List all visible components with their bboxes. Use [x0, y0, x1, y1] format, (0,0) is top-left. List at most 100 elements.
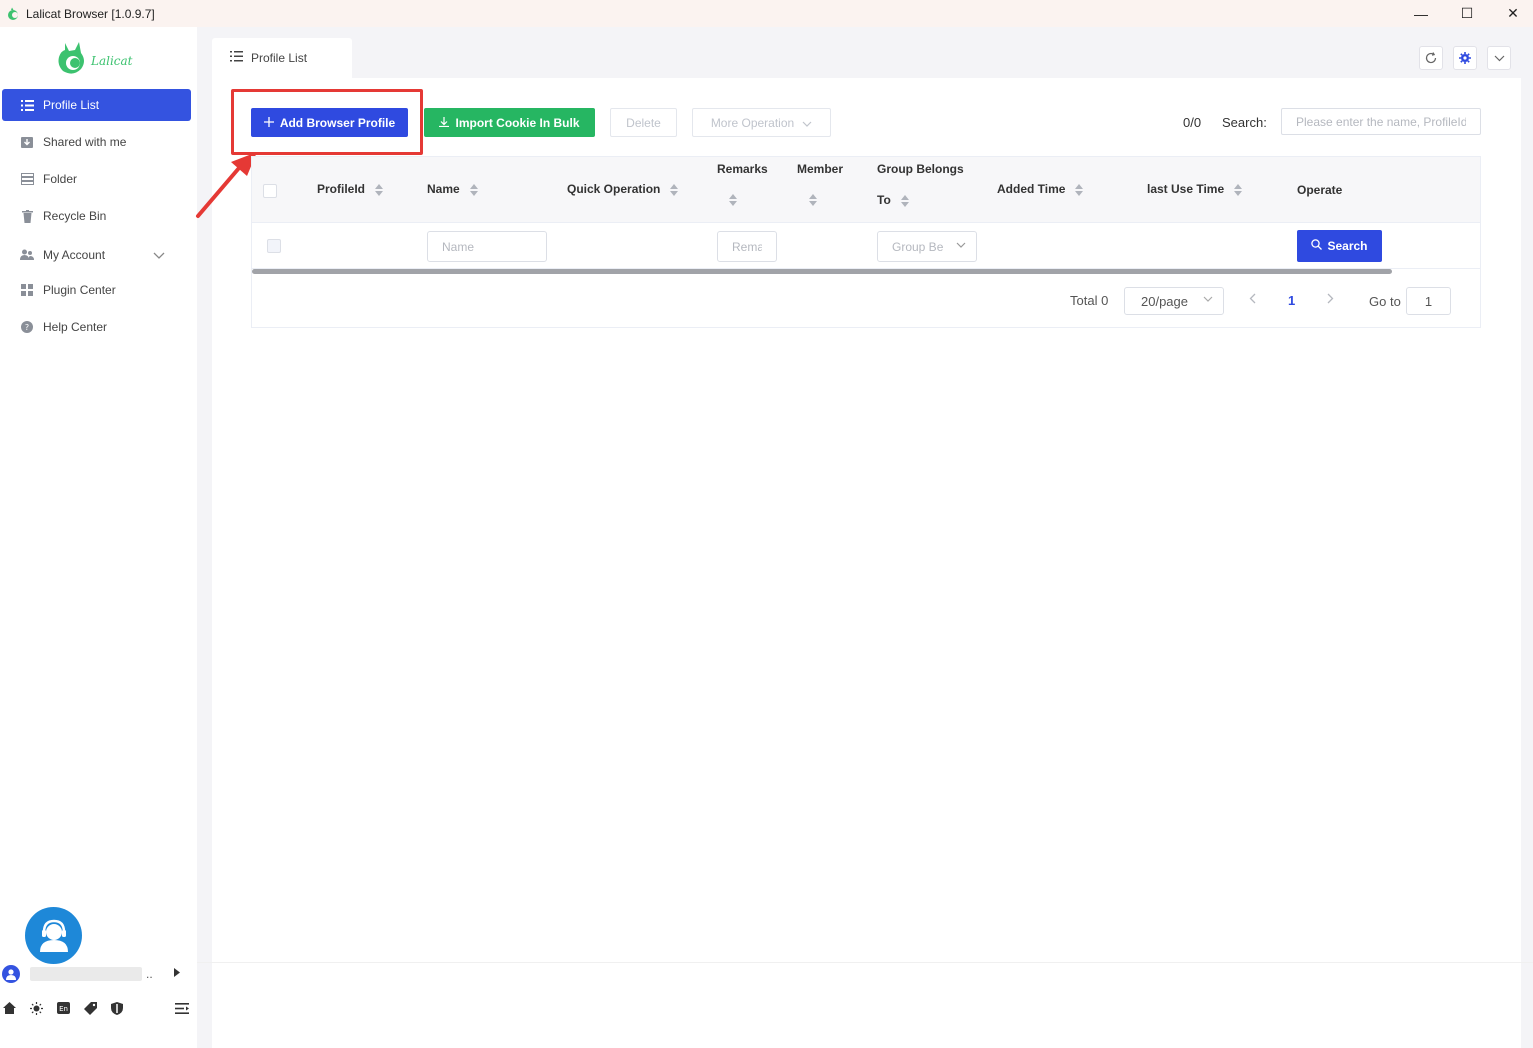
delete-button[interactable]: Delete — [610, 108, 677, 137]
column-header-group[interactable]: Group Belongs — [877, 162, 964, 176]
column-header-member[interactable]: Member — [797, 162, 843, 176]
sort-icon[interactable] — [1234, 183, 1243, 196]
divider — [197, 962, 1533, 963]
horizontal-scrollbar[interactable] — [252, 269, 1392, 274]
caret-right-icon[interactable] — [174, 968, 180, 980]
column-header-added-time[interactable]: Added Time — [997, 182, 1084, 196]
import-cookie-button[interactable]: Import Cookie In Bulk — [424, 108, 595, 137]
profile-table: ProfileId Name Quick Operation Remarks M… — [251, 156, 1481, 328]
grid-icon — [20, 283, 34, 297]
tab-label: Profile List — [251, 51, 308, 65]
refresh-icon — [1425, 52, 1437, 64]
current-page-number[interactable]: 1 — [1288, 293, 1295, 308]
column-header-name[interactable]: Name — [427, 182, 478, 196]
close-button[interactable]: ✕ — [1490, 0, 1533, 27]
maximize-button[interactable]: ☐ — [1444, 0, 1490, 27]
theme-sun-icon[interactable] — [29, 1001, 43, 1015]
sort-icon[interactable] — [469, 183, 478, 196]
shield-icon[interactable] — [110, 1001, 124, 1015]
next-page-button[interactable] — [1327, 292, 1334, 307]
tag-icon[interactable] — [83, 1001, 97, 1015]
settings-button[interactable] — [1453, 46, 1477, 70]
sort-icon[interactable] — [900, 194, 909, 207]
sidebar-item-label: Profile List — [43, 98, 100, 112]
page-size-select[interactable]: 20/page — [1124, 287, 1224, 315]
delete-label: Delete — [626, 115, 661, 130]
sidebar-item-shared-with-me[interactable]: Shared with me — [2, 126, 191, 158]
sort-icon[interactable] — [670, 183, 679, 196]
dropdown-toggle-button[interactable] — [1487, 46, 1511, 70]
home-icon[interactable] — [2, 1001, 16, 1015]
minimize-icon: — — [1414, 5, 1428, 22]
sidebar-item-profile-list[interactable]: Profile List — [2, 89, 191, 121]
gear-icon — [1459, 52, 1471, 64]
selection-counter: 0/0 — [1183, 115, 1202, 130]
username-suffix: .. — [146, 967, 153, 981]
folder-icon — [20, 172, 34, 186]
chevron-down-icon — [956, 240, 966, 251]
filter-search-button[interactable]: Search — [1297, 230, 1382, 262]
column-header-group-line2[interactable]: To — [877, 193, 909, 207]
user-account-row[interactable]: .. — [0, 962, 197, 986]
goto-page-input[interactable] — [1406, 287, 1451, 315]
refresh-button[interactable] — [1419, 46, 1443, 70]
tab-profile-list[interactable]: Profile List — [212, 38, 352, 78]
chevron-down-icon[interactable] — [153, 248, 165, 262]
app-logo: Lalicat — [55, 37, 145, 77]
lalicat-cat-icon — [58, 42, 84, 74]
sidebar-item-folder[interactable]: Folder — [2, 163, 191, 195]
lalicat-logo-icon — [8, 7, 18, 20]
title-bar: Lalicat Browser [1.0.9.7] — [0, 0, 1533, 27]
sort-icon[interactable] — [1075, 183, 1084, 196]
prev-page-button[interactable] — [1249, 292, 1256, 307]
sidebar-item-label: Help Center — [43, 320, 108, 334]
column-header-operate: Operate — [1297, 183, 1343, 197]
column-header-remarks[interactable]: Remarks — [717, 162, 768, 176]
sidebar-item-label: Folder — [43, 172, 78, 186]
column-header-profile-id[interactable]: ProfileId — [317, 182, 384, 196]
close-icon: ✕ — [1507, 5, 1519, 21]
more-operation-button[interactable]: More Operation — [692, 108, 831, 137]
more-operation-label: More Operation — [710, 115, 795, 130]
pagination-total: Total 0 — [1070, 293, 1109, 308]
collapse-menu-icon[interactable] — [175, 1001, 189, 1015]
column-header-quick-operation[interactable]: Quick Operation — [567, 182, 679, 196]
language-en-icon[interactable]: En — [56, 1001, 70, 1015]
filter-search-label: Search — [1327, 239, 1368, 253]
download-box-icon — [20, 135, 34, 149]
sidebar-item-recycle-bin[interactable]: Recycle Bin — [2, 200, 191, 232]
highlight-annotation-box — [231, 89, 423, 155]
select-all-checkbox[interactable] — [263, 184, 277, 198]
sidebar-item-plugin-center[interactable]: Plugin Center — [2, 274, 191, 306]
trash-icon — [20, 209, 34, 223]
remarks-filter-input[interactable] — [717, 231, 777, 262]
column-header-last-use-time[interactable]: last Use Time — [1147, 182, 1243, 196]
logo-text: Lalicat — [91, 54, 133, 68]
chevron-down-icon — [802, 116, 812, 130]
customer-support-button[interactable] — [25, 907, 82, 964]
headset-agent-icon — [39, 919, 68, 952]
sidebar-item-my-account[interactable]: My Account — [2, 239, 191, 271]
sidebar-item-help-center[interactable]: ? Help Center — [2, 311, 191, 343]
bottom-toolbar: En — [0, 996, 197, 1020]
search-input[interactable] — [1281, 108, 1481, 135]
sidebar-item-label: My Account — [43, 248, 106, 262]
annotation-arrow-icon — [196, 152, 257, 218]
group-filter-select[interactable]: Group Be — [877, 231, 977, 262]
list-icon — [20, 98, 34, 112]
page-size-value: 20/page — [1141, 293, 1188, 309]
name-filter-input[interactable] — [427, 231, 547, 262]
sidebar-item-label: Shared with me — [43, 135, 127, 149]
pagination: Total 0 20/page 1 Go to — [252, 275, 1480, 327]
users-icon — [20, 248, 34, 262]
maximize-icon: ☐ — [1460, 5, 1474, 21]
sort-icon[interactable] — [729, 194, 737, 206]
help-icon: ? — [20, 320, 34, 334]
sidebar: Lalicat Profile List Shared with me Fold… — [0, 27, 197, 1048]
minimize-button[interactable]: — — [1398, 0, 1444, 27]
chevron-left-icon — [1249, 293, 1256, 304]
filter-row-checkbox[interactable] — [267, 239, 281, 253]
sort-icon[interactable] — [375, 183, 384, 196]
sort-icon[interactable] — [809, 194, 817, 206]
svg-text:En: En — [59, 1005, 68, 1013]
